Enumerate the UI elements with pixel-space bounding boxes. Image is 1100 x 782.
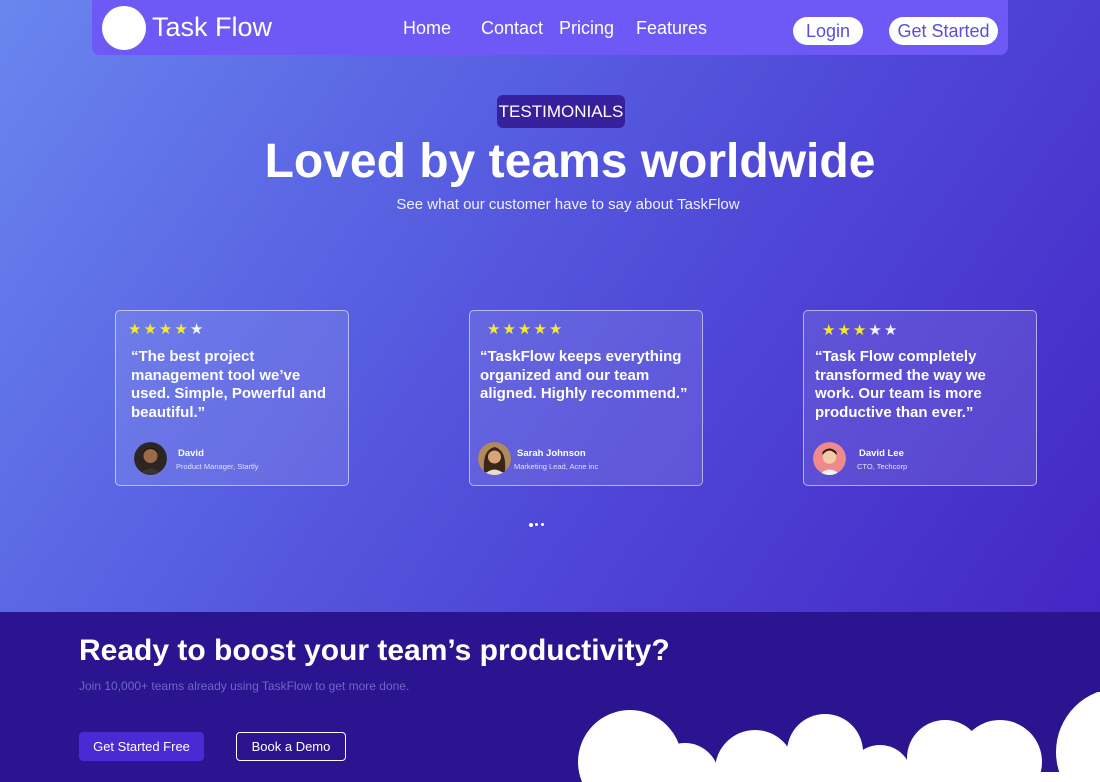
testimonials-section: Task Flow Home Contact Pricing Features … bbox=[0, 0, 1100, 612]
author-name: Sarah Johnson bbox=[517, 448, 586, 459]
author-role: Product Manager, Startly bbox=[176, 462, 259, 471]
star-icon: ★ bbox=[174, 320, 190, 338]
star-icon: ★ bbox=[517, 320, 534, 338]
star-icon: ★ bbox=[158, 320, 175, 338]
star-icon: ★ bbox=[883, 321, 900, 339]
top-navbar: Task Flow Home Contact Pricing Features … bbox=[92, 0, 1008, 55]
avatar bbox=[813, 442, 846, 475]
star-rating: ★★★★★ bbox=[487, 320, 564, 338]
logo-icon[interactable] bbox=[102, 6, 146, 50]
author-role: CTO, Techcorp bbox=[857, 462, 908, 471]
testimonial-quote: “Task Flow completely transformed the wa… bbox=[815, 348, 986, 421]
star-rating: ★★★★★ bbox=[822, 321, 899, 339]
star-icon: ★ bbox=[533, 320, 549, 338]
testimonial-card: ★★★★★ “TaskFlow keeps everything organiz… bbox=[469, 310, 703, 486]
star-icon: ★ bbox=[868, 321, 884, 339]
testimonial-quote: “The best project management tool we’ve … bbox=[131, 348, 327, 421]
nav-link-features[interactable]: Features bbox=[636, 18, 707, 39]
star-icon: ★ bbox=[143, 320, 159, 338]
carousel-dot[interactable] bbox=[529, 522, 533, 527]
star-icon: ★ bbox=[128, 320, 144, 338]
cta-title: Ready to boost your team’s productivity? bbox=[79, 634, 670, 667]
carousel-dot[interactable] bbox=[541, 523, 544, 526]
section-subtitle: See what our customer have to say about … bbox=[396, 196, 740, 213]
cta-section: Ready to boost your team’s productivity?… bbox=[0, 612, 1100, 782]
star-icon: ★ bbox=[837, 321, 853, 339]
get-started-button[interactable]: Get Started bbox=[889, 17, 998, 45]
get-started-free-button[interactable]: Get Started Free bbox=[79, 732, 204, 761]
nav-link-home[interactable]: Home bbox=[403, 18, 451, 39]
star-icon: ★ bbox=[487, 320, 503, 338]
star-rating: ★★★★★ bbox=[128, 320, 205, 338]
avatar bbox=[478, 442, 511, 475]
brand-name[interactable]: Task Flow bbox=[152, 12, 272, 43]
star-icon: ★ bbox=[822, 321, 838, 339]
nav-link-contact[interactable]: Contact bbox=[481, 18, 543, 39]
star-icon: ★ bbox=[189, 320, 206, 338]
book-demo-button[interactable]: Book a Demo bbox=[236, 732, 346, 761]
testimonial-quote: “TaskFlow keeps everything organized and… bbox=[480, 348, 688, 402]
section-title: Loved by teams worldwide bbox=[264, 135, 876, 188]
carousel-dot[interactable] bbox=[535, 523, 538, 526]
author-name: David bbox=[178, 448, 204, 459]
testimonial-card: ★★★★★ “Task Flow completely transformed … bbox=[803, 310, 1037, 486]
nav-link-pricing[interactable]: Pricing bbox=[559, 18, 614, 39]
login-button[interactable]: Login bbox=[793, 17, 863, 45]
star-icon: ★ bbox=[548, 320, 565, 338]
cloud-decoration bbox=[578, 692, 1100, 782]
star-icon: ★ bbox=[502, 320, 518, 338]
author-name: David Lee bbox=[859, 448, 904, 459]
star-icon: ★ bbox=[852, 321, 869, 339]
section-badge: TESTIMONIALS bbox=[497, 95, 625, 128]
avatar bbox=[134, 442, 167, 475]
author-role: Marketing Lead, Acne inc bbox=[514, 462, 599, 471]
cta-subtitle: Join 10,000+ teams already using TaskFlo… bbox=[79, 679, 410, 693]
testimonial-card: ★★★★★ “The best project management tool … bbox=[115, 310, 349, 486]
